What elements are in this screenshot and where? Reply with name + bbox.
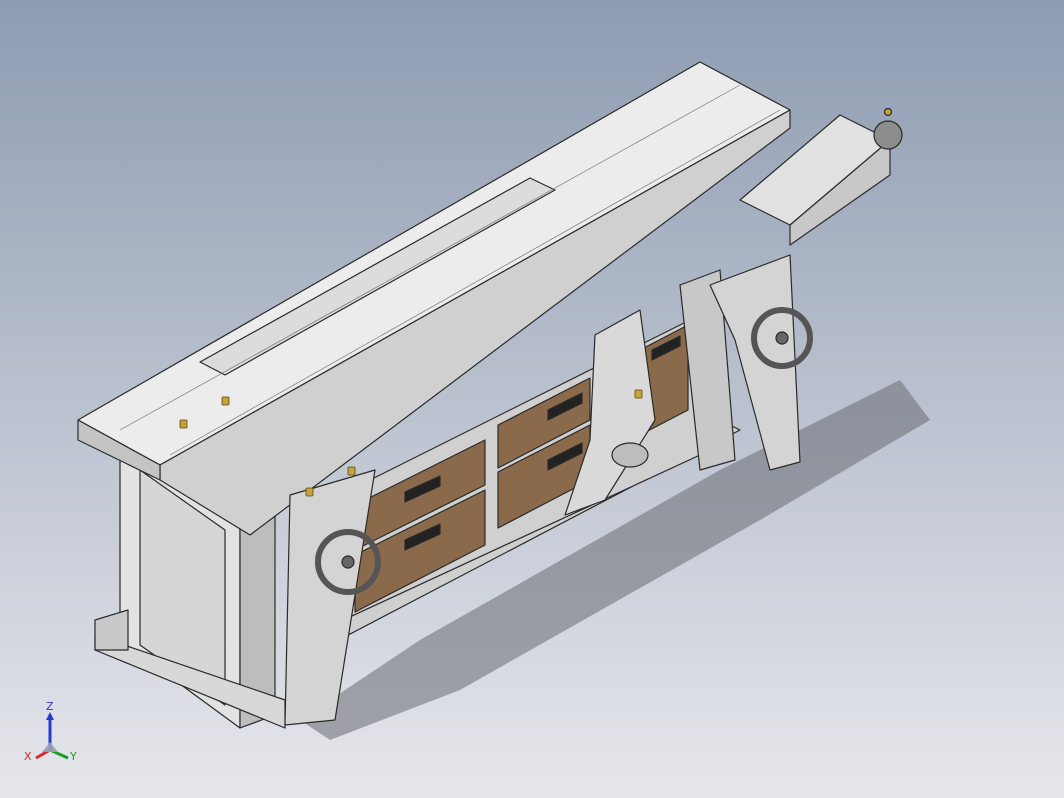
end-vise-handwheel[interactable] [873, 120, 903, 150]
right-vise-hub [775, 331, 789, 345]
z-axis-arrow [46, 712, 54, 720]
board-jack-cutout [611, 442, 649, 468]
left-vise-hub [341, 555, 355, 569]
3d-viewport[interactable]: Z X Y [0, 0, 1064, 798]
end-vise-brass-screw [883, 107, 893, 117]
x-axis-label: X [24, 750, 32, 763]
workbench-model[interactable] [0, 0, 1064, 798]
left-foot-end [94, 609, 129, 651]
triad-origin [42, 742, 58, 752]
bench-dog[interactable] [634, 389, 643, 399]
bench-dog[interactable] [305, 487, 314, 497]
bench-dog[interactable] [179, 419, 188, 429]
bench-dog[interactable] [221, 396, 230, 406]
z-axis-label: Z [46, 700, 54, 713]
orientation-triad[interactable]: Z X Y [22, 700, 92, 772]
bench-dog[interactable] [347, 466, 356, 476]
y-axis-label: Y [69, 750, 77, 763]
